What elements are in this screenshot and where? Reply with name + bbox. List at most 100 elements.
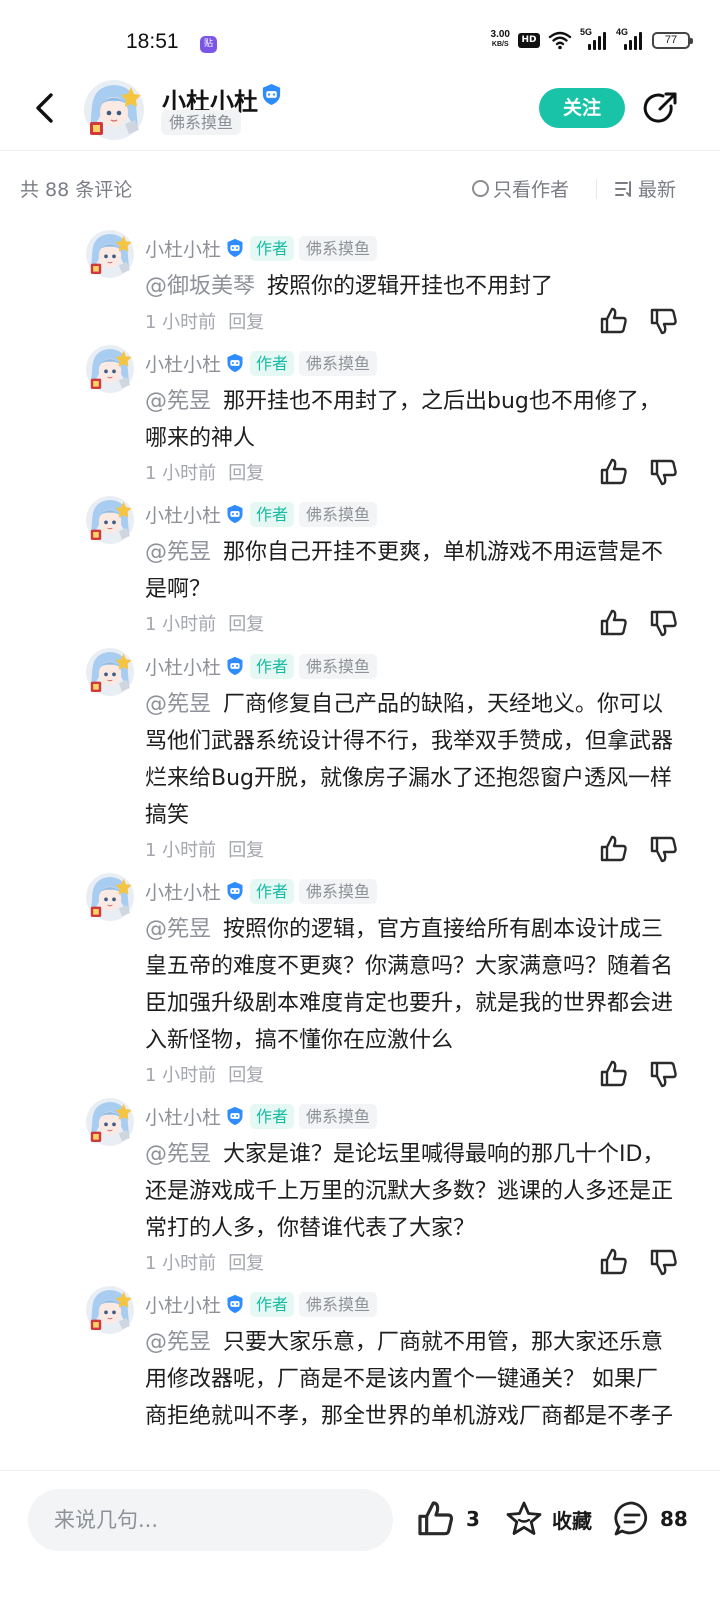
comment-text: @筅昱 厂商修复自己产品的缺陷，天经地义。你可以骂他们武器系统设计得不行，我举双手… — [145, 692, 674, 828]
comment-author-name[interactable]: 小杜小杜 — [145, 350, 221, 377]
favorite-button[interactable]: 收藏 — [504, 1499, 592, 1539]
avatar[interactable] — [86, 496, 134, 544]
status-indicators: 3.00 KB/S HD 5G 4G 77 — [490, 27, 693, 50]
mention-link[interactable]: @筅昱 — [145, 692, 211, 717]
comment-text: @筅昱 大家是谁？是论坛里喊得最响的那几十个ID，还是游戏成千上万里的沉默大多数？… — [145, 1142, 674, 1241]
comment-footer: 1 小时前 回复 — [145, 1061, 264, 1089]
reply-button[interactable]: 回复 — [228, 459, 264, 487]
network-speed: 3.00 KB/S — [490, 29, 510, 49]
comment-text: @筅昱 按照你的逻辑，官方直接给所有剧本设计成三皇五帝的难度不更爽？你满意吗？大家… — [145, 917, 674, 1053]
author-badge: 作者 — [250, 501, 295, 527]
comment-footer: 1 小时前 回复 — [145, 1249, 264, 1277]
avatar[interactable] — [86, 873, 134, 921]
follow-button[interactable]: 关注 — [539, 88, 625, 128]
comment-author-name[interactable]: 小杜小杜 — [145, 878, 221, 905]
only-author-toggle[interactable]: 只看作者 — [472, 175, 569, 202]
comment-header: 小杜小杜 作者 佛系摸鱼 — [145, 1102, 378, 1130]
hd-icon: HD — [518, 32, 540, 48]
verified-icon — [227, 353, 243, 373]
user-tag: 佛系摸鱼 — [299, 653, 378, 679]
thumbs-up-icon[interactable] — [598, 457, 630, 487]
comment-time: 1 小时前 — [145, 312, 217, 333]
comment-time: 1 小时前 — [145, 1065, 217, 1086]
comment-header: 小杜小杜 作者 佛系摸鱼 — [145, 349, 378, 377]
thumbs-up-icon[interactable] — [598, 306, 630, 336]
comment-footer: 1 小时前 回复 — [145, 459, 264, 487]
comment-header: 小杜小杜 作者 佛系摸鱼 — [145, 500, 378, 528]
back-arrow-icon[interactable] — [28, 90, 64, 126]
verified-icon — [227, 1106, 243, 1126]
verified-icon — [227, 504, 243, 524]
signal-4g-icon: 4G — [616, 27, 644, 50]
app-notification-icon: 贴 — [200, 36, 217, 53]
comment-text: @筅昱 那你自己开挂不更爽，单机游戏不用运营是不是啊？ — [145, 540, 664, 602]
user-tag: 佛系摸鱼 — [161, 110, 242, 135]
wifi-icon — [548, 31, 572, 50]
thumbs-down-icon[interactable] — [648, 1059, 680, 1089]
comment-author-name[interactable]: 小杜小杜 — [145, 501, 221, 528]
avatar[interactable] — [86, 345, 134, 393]
comment-text: @御坂美琴 按照你的逻辑开挂也不用封了 — [145, 274, 554, 299]
reply-button[interactable]: 回复 — [228, 308, 264, 336]
avatar[interactable] — [86, 1098, 134, 1146]
reply-button[interactable]: 回复 — [228, 836, 264, 864]
comment-author-name[interactable]: 小杜小杜 — [145, 235, 221, 262]
comment-author-name[interactable]: 小杜小杜 — [145, 653, 221, 680]
user-tag: 佛系摸鱼 — [299, 350, 378, 376]
thumbs-down-icon[interactable] — [648, 1247, 680, 1277]
user-tag: 佛系摸鱼 — [299, 235, 378, 261]
page-header: 小杜小杜 佛系摸鱼 关注 — [0, 80, 720, 151]
divider — [596, 179, 597, 199]
avatar[interactable] — [86, 1286, 134, 1334]
avatar[interactable] — [86, 648, 134, 696]
reply-button[interactable]: 回复 — [228, 1249, 264, 1277]
mention-link[interactable]: @筅昱 — [145, 389, 211, 414]
like-button[interactable]: 3 — [416, 1499, 480, 1539]
mention-link[interactable]: @筅昱 — [145, 1330, 211, 1355]
verified-icon — [227, 1294, 243, 1314]
comment-author-name[interactable]: 小杜小杜 — [145, 1291, 221, 1318]
avatar[interactable] — [86, 230, 134, 278]
comment-footer: 1 小时前 回复 — [145, 836, 264, 864]
mention-link[interactable]: @筅昱 — [145, 540, 211, 565]
thumbs-up-icon[interactable] — [598, 1059, 630, 1089]
mention-link[interactable]: @御坂美琴 — [145, 274, 255, 299]
comment-text: @筅昱 只要大家乐意，厂商就不用管，那大家还乐意用修改器呢，厂商是不是该内置个一键… — [145, 1330, 674, 1429]
thumbs-up-icon[interactable] — [598, 1247, 630, 1277]
sort-newest-button[interactable]: 最新 — [614, 175, 676, 202]
comment-input[interactable]: 来说几句... — [28, 1489, 393, 1551]
share-icon[interactable] — [642, 89, 680, 127]
thumbs-up-icon[interactable] — [598, 608, 630, 638]
verified-icon — [227, 881, 243, 901]
comment-header: 小杜小杜 作者 佛系摸鱼 — [145, 652, 378, 680]
comment-time: 1 小时前 — [145, 463, 217, 484]
comment-time: 1 小时前 — [145, 1253, 217, 1274]
comment-footer: 1 小时前 回复 — [145, 610, 264, 638]
thumbs-down-icon[interactable] — [648, 834, 680, 864]
mention-link[interactable]: @筅昱 — [145, 917, 211, 942]
comment-total: 88 — [660, 1507, 688, 1531]
reply-button[interactable]: 回复 — [228, 1061, 264, 1089]
thumbs-up-icon — [418, 1501, 454, 1536]
author-badge: 作者 — [250, 235, 295, 261]
star-icon — [506, 1501, 542, 1535]
thumbs-up-icon[interactable] — [598, 834, 630, 864]
reply-button[interactable]: 回复 — [228, 610, 264, 638]
comment-meta-bar: 共 88 条评论 只看作者 最新 — [0, 165, 720, 209]
comments-button[interactable]: 88 — [612, 1499, 688, 1539]
comment-time: 1 小时前 — [145, 840, 217, 861]
like-count: 3 — [466, 1507, 480, 1531]
thumbs-down-icon[interactable] — [648, 306, 680, 336]
comment-header: 小杜小杜 作者 佛系摸鱼 — [145, 877, 378, 905]
comment-author-name[interactable]: 小杜小杜 — [145, 1103, 221, 1130]
mention-link[interactable]: @筅昱 — [145, 1142, 211, 1167]
comment-footer: 1 小时前 回复 — [145, 308, 264, 336]
user-tag: 佛系摸鱼 — [299, 878, 378, 904]
comment-text: @筅昱 那开挂也不用封了，之后出bug也不用修了，哪来的神人 — [145, 389, 661, 451]
comment-bubble-icon — [614, 1501, 648, 1536]
avatar[interactable] — [84, 80, 144, 140]
author-badge: 作者 — [250, 878, 295, 904]
thumbs-down-icon[interactable] — [648, 608, 680, 638]
sort-icon — [615, 180, 631, 197]
thumbs-down-icon[interactable] — [648, 457, 680, 487]
